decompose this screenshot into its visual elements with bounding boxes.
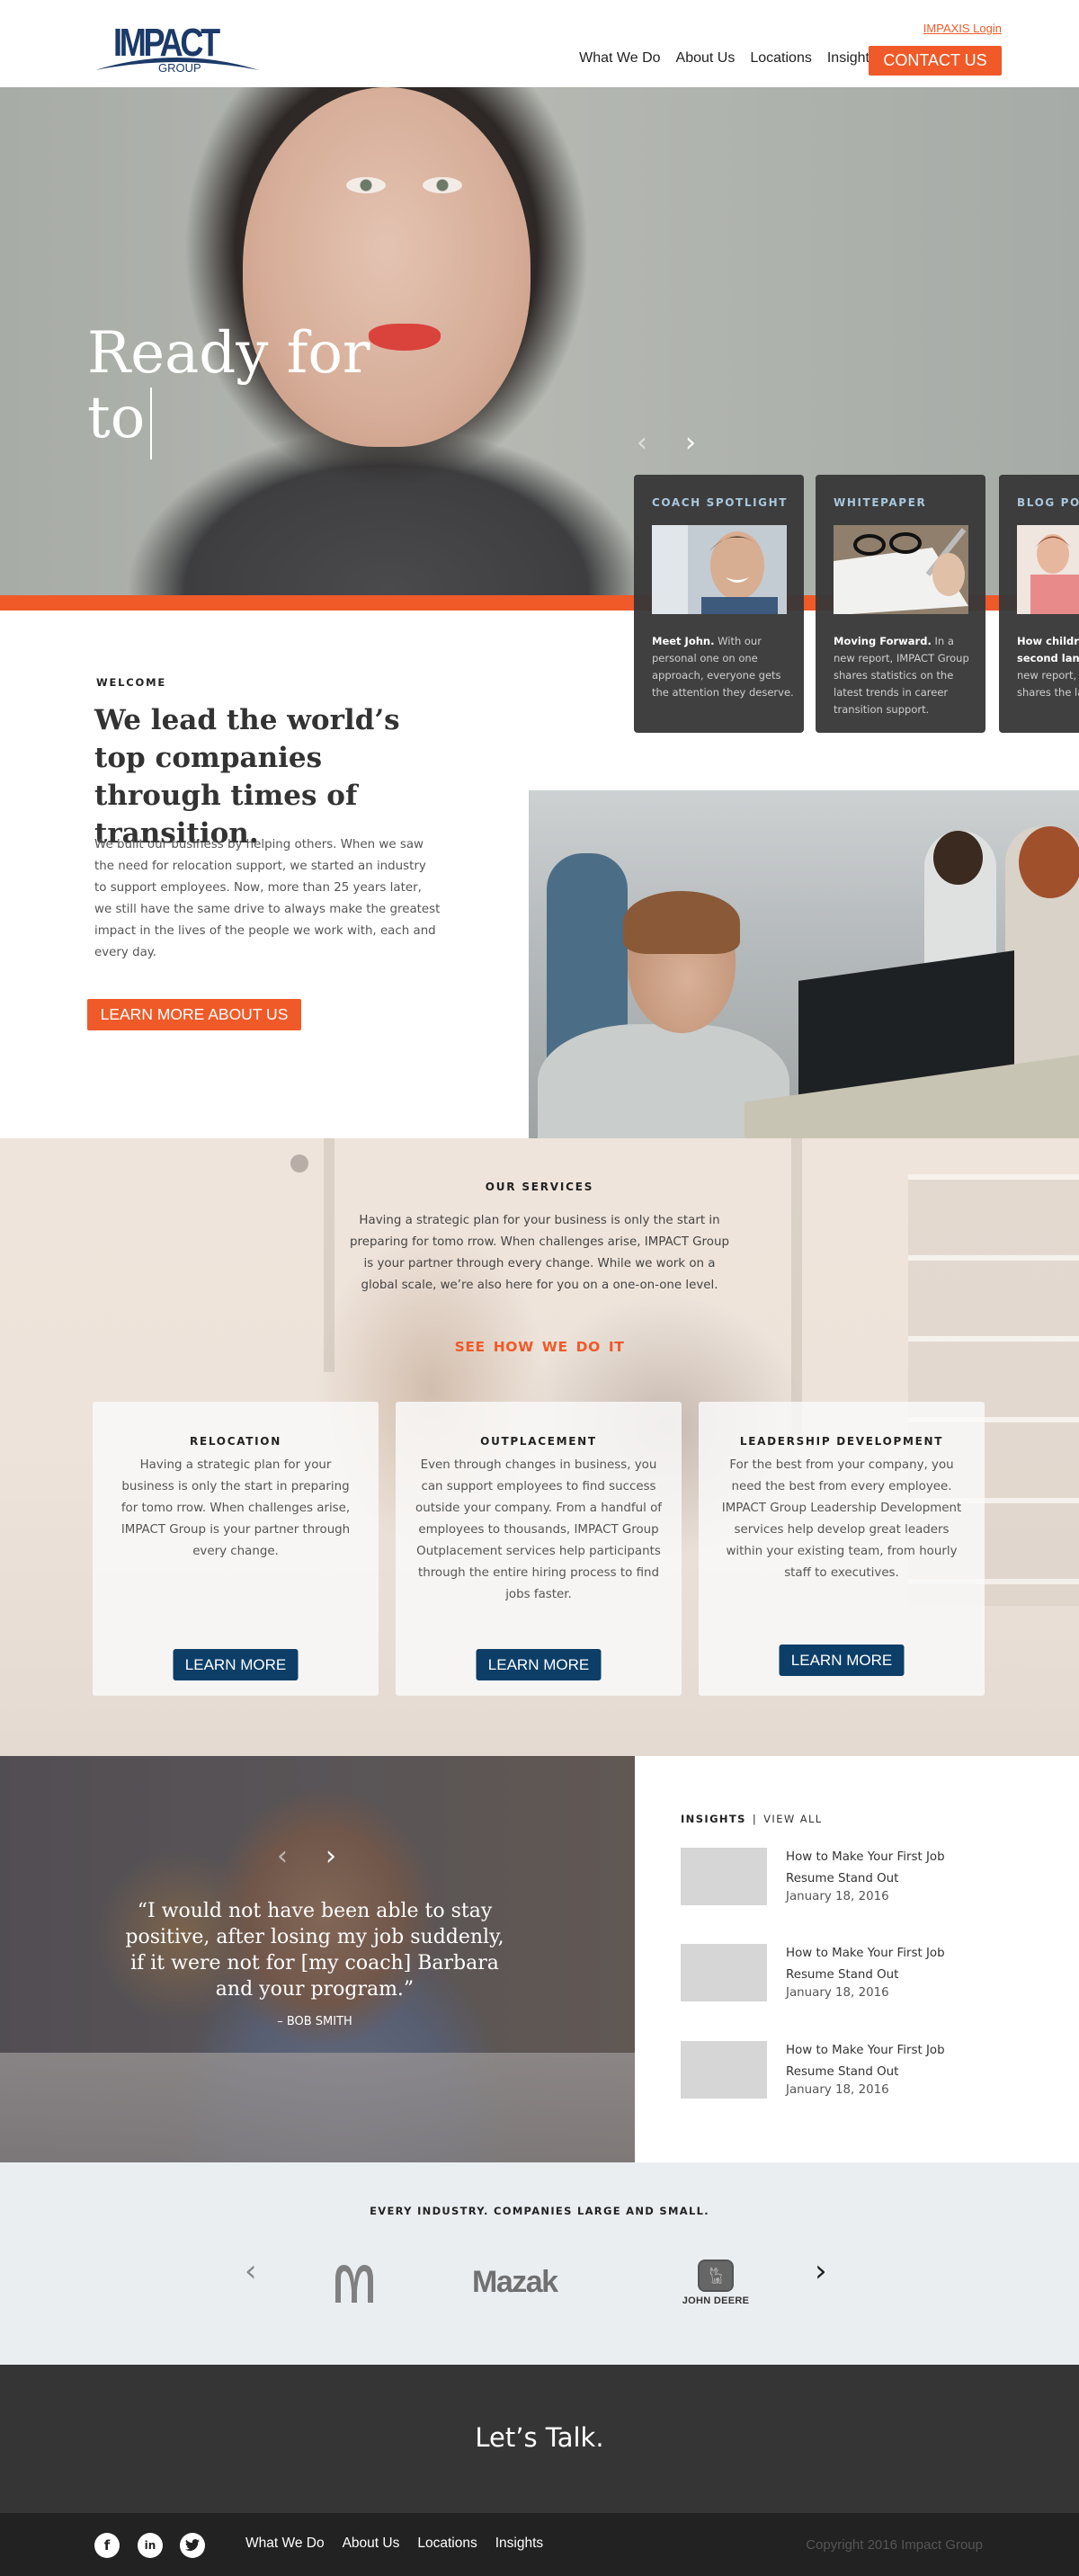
footer-nav: What We Do About Us Locations Insights [245,2536,543,2552]
nav-locations[interactable]: Locations [750,50,812,67]
service-card-text: For the best from your company, you need… [721,1458,962,1580]
insight-date: January 18, 2016 [786,1986,889,2000]
insight-title[interactable]: How to Make Your First Job Resume Stand … [786,1847,979,1890]
nav-about-us[interactable]: About Us [676,50,736,67]
children-photo [1017,525,1079,614]
testimonial-quote: “I would not have been able to stay posi… [125,1900,504,2001]
insights-header: INSIGHTS | VIEW ALL [681,1813,823,1825]
insight-date: January 18, 2016 [786,1890,889,1903]
insight-title[interactable]: How to Make Your First Job Resume Stand … [786,1943,979,1986]
featured-card[interactable]: BLOG POST How children learn a second la… [999,475,1079,733]
welcome-label: WELCOME [96,676,166,689]
main-nav: What We Do About Us Locations Insights [579,50,877,67]
facebook-icon[interactable]: f [94,2533,120,2558]
clients-prev-chevron-left-icon[interactable]: ‹ [245,2256,257,2286]
service-card-text: Even through changes in business, you ca… [415,1458,662,1601]
lets-talk-banner[interactable]: Let’s Talk. [0,2365,1079,2513]
services-section: OUR SERVICES Having a strategic plan for… [0,1138,1079,1756]
photo-hair [623,891,740,954]
insight-thumbnail [681,1944,767,2001]
learn-more-about-us-button[interactable]: LEARN MORE ABOUT US [87,999,301,1030]
testimonial-prev-chevron-left-icon[interactable]: ‹ [277,1843,288,1870]
impact-group-logo[interactable]: IMPACT GROUP [94,23,261,76]
nav-what-we-do[interactable]: What We Do [579,50,660,67]
service-card-leadership-development: LEADERSHIP DEVELOPMENT For the best from… [699,1402,985,1696]
testimonial-next-chevron-right-icon[interactable]: › [325,1843,336,1870]
background-detail [290,1154,308,1172]
view-all-link[interactable]: VIEW ALL [763,1813,822,1825]
service-card-outplacement: OUTPLACEMENT Even through changes in bus… [396,1402,682,1696]
insights-label: INSIGHTS [681,1813,746,1825]
john-deere-logo: 🦌︎ JOHN DEERE [678,2260,754,2310]
featured-cards-carousel: COACH SPOTLIGHT Meet John. With our pers… [634,475,1079,735]
glasses-and-pen-photo [834,525,968,614]
hero-headline-line2: to [87,385,146,451]
service-card-title: LEADERSHIP DEVELOPMENT [739,1435,944,1448]
john-deere-wordmark: JOHN DEERE [682,2295,750,2306]
insight-item[interactable]: How to Make Your First Job Resume Stand … [681,2041,977,2104]
logo-subtext: GROUP [158,61,201,75]
card-category: BLOG POST [1017,496,1079,509]
insight-thumbnail [681,2041,767,2099]
hero-headline-line1: Ready for [87,320,370,387]
insight-thumbnail [681,1848,767,1905]
insight-item[interactable]: How to Make Your First Job Resume Stand … [681,1944,977,2007]
welcome-title: We lead the world’s top companies throug… [94,704,400,850]
insights-separator: | [752,1813,758,1825]
insight-date: January 18, 2016 [786,2083,889,2097]
insight-item[interactable]: How to Make Your First Job Resume Stand … [681,1848,977,1911]
typing-caret [150,388,153,459]
copyright: Copyright 2016 Impact Group [806,2537,983,2553]
insight-title[interactable]: How to Make Your First Job Resume Stand … [786,2040,979,2083]
linkedin-icon[interactable]: in [138,2533,163,2558]
hero-prev-chevron-left-icon[interactable]: ‹ [637,430,647,457]
clients-next-chevron-right-icon[interactable]: › [815,2256,827,2286]
learn-more-button[interactable]: LEARN MORE [779,1645,905,1676]
hero-portrait-eye [346,177,386,193]
services-label: OUR SERVICES [485,1181,594,1193]
background-detail [324,1138,334,1372]
mcdonalds-logo [335,2265,373,2303]
footer-nav-about-us[interactable]: About Us [343,2536,400,2552]
smiling-man-photo [652,525,787,614]
welcome-body: We built our business by helping others.… [94,838,441,959]
hero-portrait-lips [369,324,441,351]
learn-more-button[interactable]: LEARN MORE [173,1649,299,1680]
footer-nav-what-we-do[interactable]: What We Do [245,2536,325,2552]
service-card-text: Having a strategic plan for your busines… [120,1458,351,1558]
site-footer: f in What We Do About Us Locations Insig… [0,2513,1079,2576]
site-header: IMPACT GROUP IMPAXIS Login What We Do Ab… [0,0,1079,87]
impaxis-login-link[interactable]: IMPAXIS Login [923,22,1002,35]
card-category: COACH SPOTLIGHT [652,496,789,509]
card-description: Meet John. With our personal one on one … [652,635,794,699]
deer-icon: 🦌︎ [698,2260,734,2292]
clients-section: EVERY INDUSTRY. COMPANIES LARGE AND SMAL… [0,2162,1079,2365]
card-category: WHITEPAPER [834,496,927,509]
featured-card[interactable]: COACH SPOTLIGHT Meet John. With our pers… [634,475,804,733]
service-card-relocation: RELOCATION Having a strategic plan for y… [93,1402,379,1696]
footer-nav-insights[interactable]: Insights [495,2536,543,2552]
service-card-title: RELOCATION [190,1435,281,1448]
footer-nav-locations[interactable]: Locations [417,2536,477,2552]
featured-card[interactable]: WHITEPAPER Moving Forward. In a new repo… [816,475,985,733]
hero-headline: Ready for to [87,320,370,459]
twitter-icon[interactable] [180,2533,205,2558]
hero-portrait-eye [423,177,462,193]
photo-background-person-head [1019,826,1079,898]
contact-us-button[interactable]: CONTACT US [869,46,1002,76]
services-intro: Having a strategic plan for your busines… [350,1214,729,1292]
card-description: How children learn a second language. In… [1017,635,1079,699]
card-description: Moving Forward. In a new report, IMPACT … [834,635,969,716]
service-card-title: OUTPLACEMENT [480,1435,597,1448]
learn-more-button[interactable]: LEARN MORE [476,1649,602,1680]
mazak-logo: Mazak [472,2265,558,2299]
hero-next-chevron-right-icon[interactable]: › [685,430,696,457]
office-worker-photo [529,790,1079,1138]
clients-label: EVERY INDUSTRY. COMPANIES LARGE AND SMAL… [370,2205,709,2217]
lets-talk-heading[interactable]: Let’s Talk. [0,2422,1079,2453]
testimonial-author: – BOB SMITH [277,2015,352,2028]
photo-background-person-head [933,831,983,885]
see-how-we-do-it-link[interactable]: SEE HOW WE DO IT [0,1339,1079,1355]
